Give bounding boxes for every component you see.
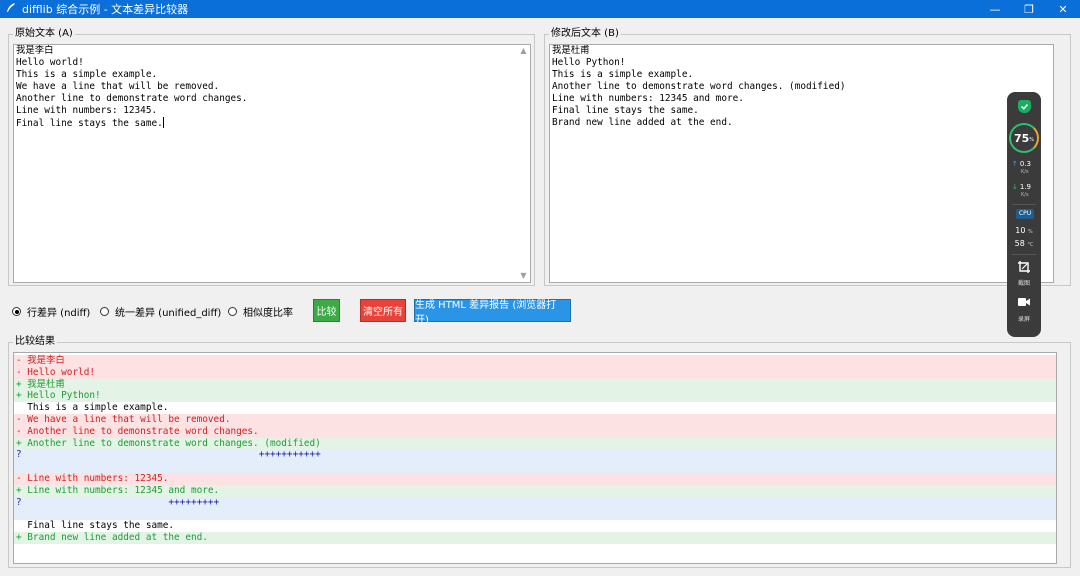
diff-line-info: ? +++++++++	[14, 496, 1056, 509]
diff-line-add: + Line with numbers: 12345 and more.	[14, 484, 1056, 497]
cpu-temperature: 58 °C	[1007, 239, 1041, 248]
shield-check-icon[interactable]	[1018, 100, 1031, 113]
score-unit: %	[1029, 136, 1035, 143]
modified-text-line: Another line to demonstrate word changes…	[552, 81, 846, 92]
radio-similarity-ratio[interactable]: 相似度比率	[228, 304, 293, 319]
minimize-button[interactable]: —	[978, 0, 1012, 18]
diff-line-del: - We have a line that will be removed.	[14, 414, 1056, 426]
clear-all-button[interactable]: 清空所有	[360, 299, 406, 322]
record-label[interactable]: 录屏	[1007, 314, 1041, 323]
diff-line-info	[14, 508, 1056, 521]
download-unit: K/s	[1021, 192, 1029, 198]
cpu-temp-unit: °C	[1027, 242, 1034, 248]
cpu-badge: CPU	[1016, 209, 1034, 219]
radio-unified-dot[interactable]	[100, 307, 109, 316]
original-text-line: 我是李白	[16, 45, 54, 56]
upload-speed: ↑ 0.3 K/s	[1012, 160, 1031, 176]
screen-record-icon[interactable]	[1017, 295, 1031, 309]
download-value: 1.9	[1019, 183, 1032, 191]
diff-line-info: ? +++++++++++	[14, 449, 1056, 462]
diff-line-del: - 我是李白	[14, 355, 1056, 367]
modified-text-line: 我是杜甫	[552, 45, 590, 56]
screenshot-label[interactable]: 截图	[1007, 278, 1041, 287]
score-gauge[interactable]: 75%	[1009, 123, 1039, 153]
diff-line-add: + Brand new line added at the end.	[14, 532, 1056, 544]
diff-line-del: - Hello world!	[14, 366, 1056, 379]
original-text-line: Final line stays the same.	[16, 117, 164, 129]
diff-line-del: - Line with numbers: 12345.	[14, 473, 1056, 485]
radio-ratio-dot[interactable]	[228, 307, 237, 316]
radio-ndiff-label: 行差异 (ndiff)	[27, 308, 91, 319]
radio-unified-diff[interactable]: 统一差异 (unified_diff)	[100, 304, 221, 319]
download-speed: ↓ 1.9 K/s	[1012, 183, 1031, 199]
modified-text-line: Brand new line added at the end.	[552, 117, 733, 128]
diff-output[interactable]: - 我是李白 - Hello world! + 我是杜甫 + Hello Python…	[13, 352, 1057, 564]
upload-unit: K/s	[1021, 169, 1029, 175]
widget-divider	[1012, 254, 1036, 255]
upload-value: 0.3	[1019, 160, 1032, 168]
text-cursor	[162, 117, 164, 128]
diff-line-plain: This is a simple example.	[14, 402, 1056, 415]
system-monitor-widget[interactable]: 75% ↑ 0.3 K/s ↓ 1.9 K/s CPU 10 % 58 °C 截图 …	[1007, 92, 1041, 337]
html-report-button[interactable]: 生成 HTML 差异报告 (浏览器打开)	[414, 299, 571, 326]
modified-text-group: 修改后文本 (B) 我是杜甫 Hello Python! This is a sim…	[544, 27, 1071, 286]
original-text-line: This is a simple example.	[16, 69, 158, 80]
widget-divider	[1012, 204, 1036, 205]
original-text-line: We have a line that will be removed.	[16, 81, 220, 92]
diff-line-add: + Hello Python!	[14, 390, 1056, 403]
screenshot-icon[interactable]	[1017, 260, 1031, 274]
diff-line-add: + 我是杜甫	[14, 378, 1056, 391]
diff-line-plain: Final line stays the same.	[14, 520, 1056, 533]
modified-text-line: Line with numbers: 12345 and more.	[552, 93, 744, 104]
radio-ndiff-dot[interactable]	[12, 307, 21, 316]
original-text-line: Line with numbers: 12345.	[16, 105, 158, 116]
cpu-usage: 10 %	[1007, 226, 1041, 235]
score-value: 75	[1013, 131, 1030, 145]
radio-ratio-label: 相似度比率	[243, 308, 293, 319]
upload-arrow-icon: ↑	[1012, 160, 1018, 168]
scroll-down-icon[interactable]: ▼	[517, 270, 530, 282]
original-text-line: Another line to demonstrate word changes…	[16, 93, 248, 104]
original-text-line: Hello world!	[16, 57, 84, 68]
compare-button[interactable]: 比较	[313, 299, 340, 322]
cpu-usage-value: 10	[1015, 226, 1026, 235]
modified-text-line: This is a simple example.	[552, 69, 694, 80]
diff-line-add: + Another line to demonstrate word chang…	[14, 437, 1056, 450]
maximize-button[interactable]: ❐	[1012, 0, 1046, 18]
close-button[interactable]: ✕	[1046, 0, 1080, 18]
title-bar: difflib 综合示例 - 文本差异比较器 — ❐ ✕	[0, 0, 1080, 18]
original-text-editor[interactable]: 我是李白 Hello world! This is a simple example…	[13, 44, 531, 283]
original-text-scrollbar[interactable]: ▲ ▼	[517, 45, 530, 282]
window-title: difflib 综合示例 - 文本差异比较器	[22, 3, 189, 16]
radio-ndiff[interactable]: 行差异 (ndiff)	[12, 304, 90, 319]
comparison-result-label: 比较结果	[13, 335, 57, 349]
scroll-up-icon[interactable]: ▲	[517, 45, 530, 57]
modified-text-editor[interactable]: 我是杜甫 Hello Python! This is a simple exampl…	[549, 44, 1054, 283]
original-text-label: 原始文本 (A)	[13, 27, 75, 41]
cpu-usage-unit: %	[1027, 229, 1033, 235]
modified-text-label: 修改后文本 (B)	[549, 27, 621, 41]
radio-unified-label: 统一差异 (unified_diff)	[115, 308, 222, 319]
feather-icon	[4, 2, 18, 16]
modified-text-line: Hello Python!	[552, 57, 626, 68]
original-text-group: 原始文本 (A) 我是李白 Hello world! This is a simpl…	[8, 27, 535, 286]
modified-text-line: Final line stays the same.	[552, 105, 699, 116]
download-arrow-icon: ↓	[1012, 183, 1018, 191]
diff-line-del: - Another line to demonstrate word chang…	[14, 425, 1056, 438]
diff-line-info	[14, 461, 1056, 474]
comparison-result-group: 比较结果 - 我是李白 - Hello world! + 我是杜甫 + Hello P…	[8, 335, 1071, 568]
cpu-temp-value: 58	[1014, 239, 1025, 248]
